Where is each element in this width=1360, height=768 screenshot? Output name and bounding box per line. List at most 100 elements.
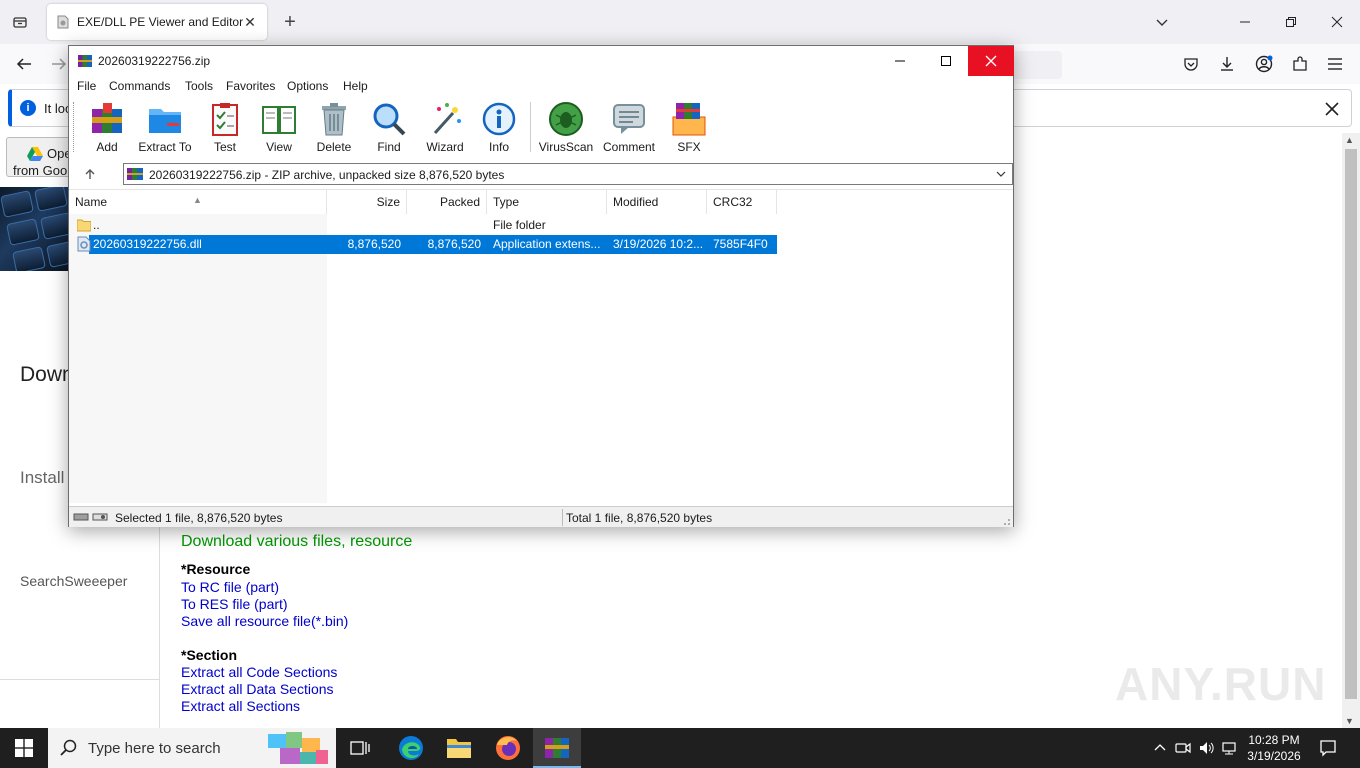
wizard-icon: [427, 101, 463, 137]
system-clock[interactable]: 10:28 PM 3/19/2026: [1236, 732, 1312, 764]
meet-now-icon[interactable]: [1173, 738, 1193, 758]
status-bar: Selected 1 file, 8,876,520 bytes Total 1…: [69, 506, 1013, 527]
page-scrollbar[interactable]: ▲ ▼: [1342, 133, 1360, 728]
info-button[interactable]: Info: [471, 98, 527, 156]
archive-path-combobox[interactable]: 20260319222756.zip - ZIP archive, unpack…: [123, 163, 1013, 185]
delete-button[interactable]: Delete: [306, 98, 362, 156]
up-arrow-icon[interactable]: [81, 165, 99, 183]
menu-bar: File Commands Tools Favorites Options He…: [69, 76, 1013, 96]
extract-all-sections-link[interactable]: Extract all Sections: [181, 698, 300, 714]
chevron-down-icon[interactable]: [1152, 12, 1172, 32]
view-button[interactable]: View: [251, 98, 307, 156]
downloads-icon[interactable]: [1214, 52, 1240, 76]
maximize-icon[interactable]: [923, 46, 969, 76]
scroll-down-icon[interactable]: ▼: [1345, 716, 1354, 726]
comment-button[interactable]: Comment: [601, 98, 657, 156]
tab-close-icon[interactable]: ✕: [241, 13, 259, 31]
save-all-resource-link[interactable]: Save all resource file(*.bin): [181, 613, 348, 629]
column-header-packed[interactable]: Packed: [407, 190, 487, 214]
chevron-up-icon[interactable]: [1150, 738, 1170, 758]
test-button[interactable]: Test: [197, 98, 253, 156]
scrollbar-thumb[interactable]: [1345, 149, 1357, 699]
winrar-titlebar[interactable]: 20260319222756.zip: [69, 46, 1014, 76]
divider: [0, 679, 160, 680]
new-tab-button[interactable]: +: [280, 11, 300, 33]
account-icon[interactable]: [1251, 52, 1277, 76]
windows-start-icon[interactable]: [0, 728, 48, 768]
extensions-icon[interactable]: [1287, 52, 1313, 76]
sfx-icon: [671, 101, 707, 137]
open-from-google-drive-button[interactable]: Ope from Goo: [6, 137, 76, 178]
resize-grip-icon[interactable]: [1001, 515, 1011, 525]
zip-archive-icon: [127, 167, 143, 181]
minimize-icon[interactable]: [877, 46, 923, 76]
menu-favorites[interactable]: Favorites: [226, 79, 275, 93]
extract-to-button[interactable]: Extract To: [137, 98, 193, 156]
notification-close-icon[interactable]: [1321, 98, 1343, 120]
to-res-file-link[interactable]: To RES file (part): [181, 596, 288, 612]
comment-icon: [611, 101, 647, 137]
scroll-up-icon[interactable]: ▲: [1345, 135, 1354, 145]
menu-commands[interactable]: Commands: [109, 79, 170, 93]
column-header-size[interactable]: Size: [327, 190, 407, 214]
extract-data-sections-link[interactable]: Extract all Data Sections: [181, 681, 334, 697]
menu-help[interactable]: Help: [343, 79, 368, 93]
search-placeholder: Type here to search: [88, 740, 221, 757]
column-header-crc32[interactable]: CRC32: [707, 190, 777, 214]
section-heading-label: *Section: [181, 647, 238, 663]
menu-options[interactable]: Options: [287, 79, 328, 93]
wizard-button[interactable]: Wizard: [417, 98, 473, 156]
file-row-dll[interactable]: 20260319222756.dll 8,876,520 8,876,520 A…: [77, 235, 777, 254]
column-header-type[interactable]: Type: [487, 190, 607, 214]
tab-pe-viewer[interactable]: EXE/DLL PE Viewer and Editor ✕: [47, 4, 267, 40]
tab-list-icon[interactable]: [8, 10, 32, 34]
address-row: 20260319222756.zip - ZIP archive, unpack…: [69, 162, 1013, 186]
taskbar-search-box[interactable]: Type here to search: [48, 728, 336, 768]
sort-ascending-icon: ▲: [193, 195, 202, 205]
virusscan-button[interactable]: VirusScan: [538, 98, 594, 156]
to-rc-file-link[interactable]: To RC file (part): [181, 579, 279, 595]
url-bar[interactable]: [1010, 51, 1062, 79]
menu-file[interactable]: File: [77, 79, 96, 93]
chevron-down-icon[interactable]: [994, 167, 1008, 181]
edge-icon[interactable]: [387, 728, 435, 768]
tab-strip: EXE/DLL PE Viewer and Editor ✕ +: [0, 0, 1360, 44]
hamburger-menu-icon[interactable]: [1322, 52, 1348, 76]
file-list[interactable]: Name ▲ Size Packed Type Modified CRC32 .…: [69, 189, 1013, 503]
add-button[interactable]: Add: [79, 98, 135, 156]
add-icon: [89, 101, 125, 137]
page-favicon-icon: [57, 15, 69, 29]
column-header-name[interactable]: Name ▲: [69, 190, 327, 214]
info-icon: i: [20, 100, 36, 116]
file-explorer-icon[interactable]: [435, 728, 483, 768]
pocket-icon[interactable]: [1178, 52, 1204, 76]
task-view-icon[interactable]: [336, 728, 384, 768]
clock-date: 3/19/2026: [1247, 749, 1301, 763]
browser-close-icon[interactable]: [1323, 8, 1351, 36]
download-heading: Download various files, resource: [181, 533, 413, 550]
extract-code-sections-link[interactable]: Extract all Code Sections: [181, 664, 337, 680]
hero-keyboard-image: [0, 187, 70, 271]
name-column-background: [69, 214, 327, 503]
back-arrow-icon[interactable]: [11, 52, 37, 76]
sfx-button[interactable]: SFX: [661, 98, 717, 156]
find-button[interactable]: Find: [361, 98, 417, 156]
volume-icon[interactable]: [1197, 738, 1217, 758]
notification-center-icon[interactable]: [1316, 736, 1340, 760]
searchsweeper-link[interactable]: SearchSweeeper: [20, 573, 127, 589]
column-header-modified[interactable]: Modified: [607, 190, 707, 214]
firefox-icon[interactable]: [484, 728, 532, 768]
taskbar: Type here to search 10:28 PM 3/19/2026: [0, 728, 1360, 768]
archive-path-text: 20260319222756.zip - ZIP archive, unpack…: [149, 168, 505, 182]
file-row-parent-folder[interactable]: .. File folder: [69, 216, 777, 235]
close-icon[interactable]: [968, 46, 1014, 76]
browser-minimize-icon[interactable]: [1231, 8, 1259, 36]
search-highlight-image: [266, 730, 330, 766]
browser-restore-icon[interactable]: [1277, 8, 1305, 36]
info-icon: [481, 101, 517, 137]
delete-icon: [316, 101, 352, 137]
winrar-window: 20260319222756.zip File Commands Tools F…: [68, 45, 1014, 527]
status-total: Total 1 file, 8,876,520 bytes: [566, 511, 713, 525]
winrar-icon[interactable]: [533, 728, 581, 768]
menu-tools[interactable]: Tools: [185, 79, 213, 93]
